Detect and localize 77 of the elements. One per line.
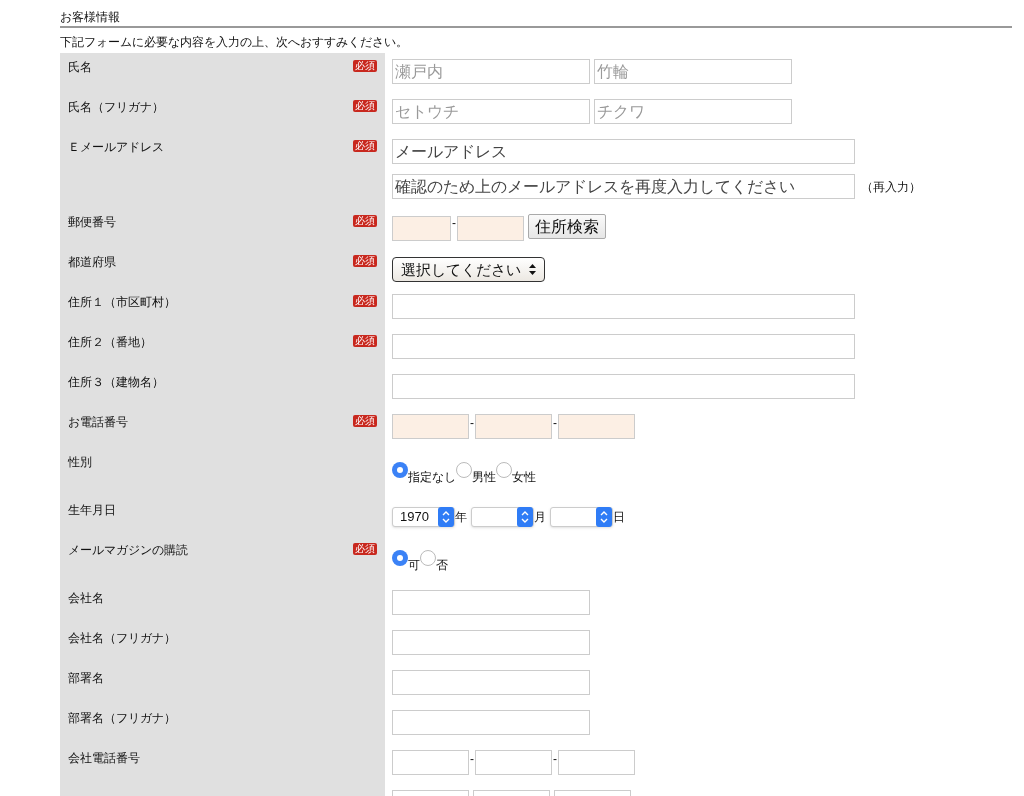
input-field[interactable]	[558, 414, 635, 439]
search-button[interactable]: 住所検索	[528, 214, 606, 239]
input-field[interactable]	[392, 374, 855, 399]
date-select[interactable]	[550, 507, 613, 527]
separator-text: -	[552, 751, 558, 768]
required-badge: 必須	[353, 100, 377, 112]
field-label: 会社名	[68, 590, 104, 607]
input-field[interactable]	[392, 590, 590, 615]
section-title: お客様情報	[60, 9, 1012, 28]
prefecture-select[interactable]: 選択してください	[392, 257, 545, 282]
unit-label: 年	[455, 509, 467, 526]
separator-text: -	[469, 415, 475, 432]
input-field[interactable]: 瀬戸内	[392, 59, 590, 84]
field-label: 住所３（建物名）	[68, 374, 164, 391]
option-label: 否	[436, 558, 448, 572]
input-field[interactable]	[392, 294, 855, 319]
radio-button[interactable]	[456, 462, 472, 478]
field-label: 会社名（フリガナ）	[68, 630, 176, 647]
field-label: 住所１（市区町村）	[68, 294, 176, 311]
input-field[interactable]	[392, 670, 590, 695]
field-label: 性別	[68, 454, 92, 471]
input-field[interactable]: セトウチ	[392, 99, 590, 124]
input-field[interactable]	[558, 750, 635, 775]
input-field[interactable]: 竹輪	[594, 59, 792, 84]
input-field[interactable]	[475, 750, 552, 775]
stepper-icon	[438, 507, 454, 527]
separator-text: -	[469, 751, 475, 768]
field-label: 会社電話番号	[68, 750, 140, 767]
stepper-icon	[596, 507, 612, 527]
field-label: 氏名（フリガナ）	[68, 99, 164, 116]
input-field[interactable]	[457, 216, 524, 241]
date-select[interactable]	[471, 507, 534, 527]
input-field[interactable]: チクワ	[594, 99, 792, 124]
required-badge: 必須	[353, 335, 377, 347]
input-field[interactable]	[392, 334, 855, 359]
field-label: 氏名	[68, 59, 92, 76]
input-field[interactable]	[475, 414, 552, 439]
radio-button[interactable]	[420, 550, 436, 566]
input-field[interactable]	[392, 414, 469, 439]
separator-text: -	[552, 415, 558, 432]
field-label: 郵便番号	[68, 214, 116, 231]
input-field[interactable]	[392, 216, 451, 241]
radio-button[interactable]	[496, 462, 512, 478]
input-field[interactable]	[392, 750, 469, 775]
date-select[interactable]: 1970	[392, 507, 455, 527]
separator-text: -	[451, 215, 457, 232]
field-label: メールマガジンの購読	[68, 542, 188, 559]
unit-label: 月	[534, 509, 546, 526]
stepper-icon	[517, 507, 533, 527]
field-label: お電話番号	[68, 414, 128, 431]
required-badge: 必須	[353, 215, 377, 227]
radio-button[interactable]	[392, 462, 408, 478]
unit-label: 日	[613, 509, 625, 526]
field-label: 部署名（フリガナ）	[68, 710, 176, 727]
updown-icon	[529, 264, 536, 275]
required-badge: 必須	[353, 415, 377, 427]
required-badge: 必須	[353, 60, 377, 72]
field-label: 部署名	[68, 670, 104, 687]
required-badge: 必須	[353, 543, 377, 555]
input-field[interactable]: メールアドレス	[392, 139, 855, 164]
field-label: Ｅメールアドレス	[68, 139, 164, 156]
option-label: 指定なし	[408, 470, 456, 484]
input-field[interactable]	[392, 630, 590, 655]
field-label: 都道府県	[68, 254, 116, 271]
required-badge: 必須	[353, 140, 377, 152]
radio-button[interactable]	[392, 550, 408, 566]
option-label: 男性	[472, 470, 496, 484]
intro-text: 下記フォームに必要な内容を入力の上、次へおすすみください。	[60, 34, 409, 51]
input-field[interactable]	[392, 710, 590, 735]
field-label: 生年月日	[68, 502, 116, 519]
option-label: 女性	[512, 470, 536, 484]
required-badge: 必須	[353, 295, 377, 307]
field-label: 住所２（番地）	[68, 334, 152, 351]
note-text: （再入力）	[861, 178, 921, 196]
required-badge: 必須	[353, 255, 377, 267]
input-field[interactable]: 確認のため上のメールアドレスを再度入力してください	[392, 174, 855, 199]
option-label: 可	[408, 558, 420, 572]
